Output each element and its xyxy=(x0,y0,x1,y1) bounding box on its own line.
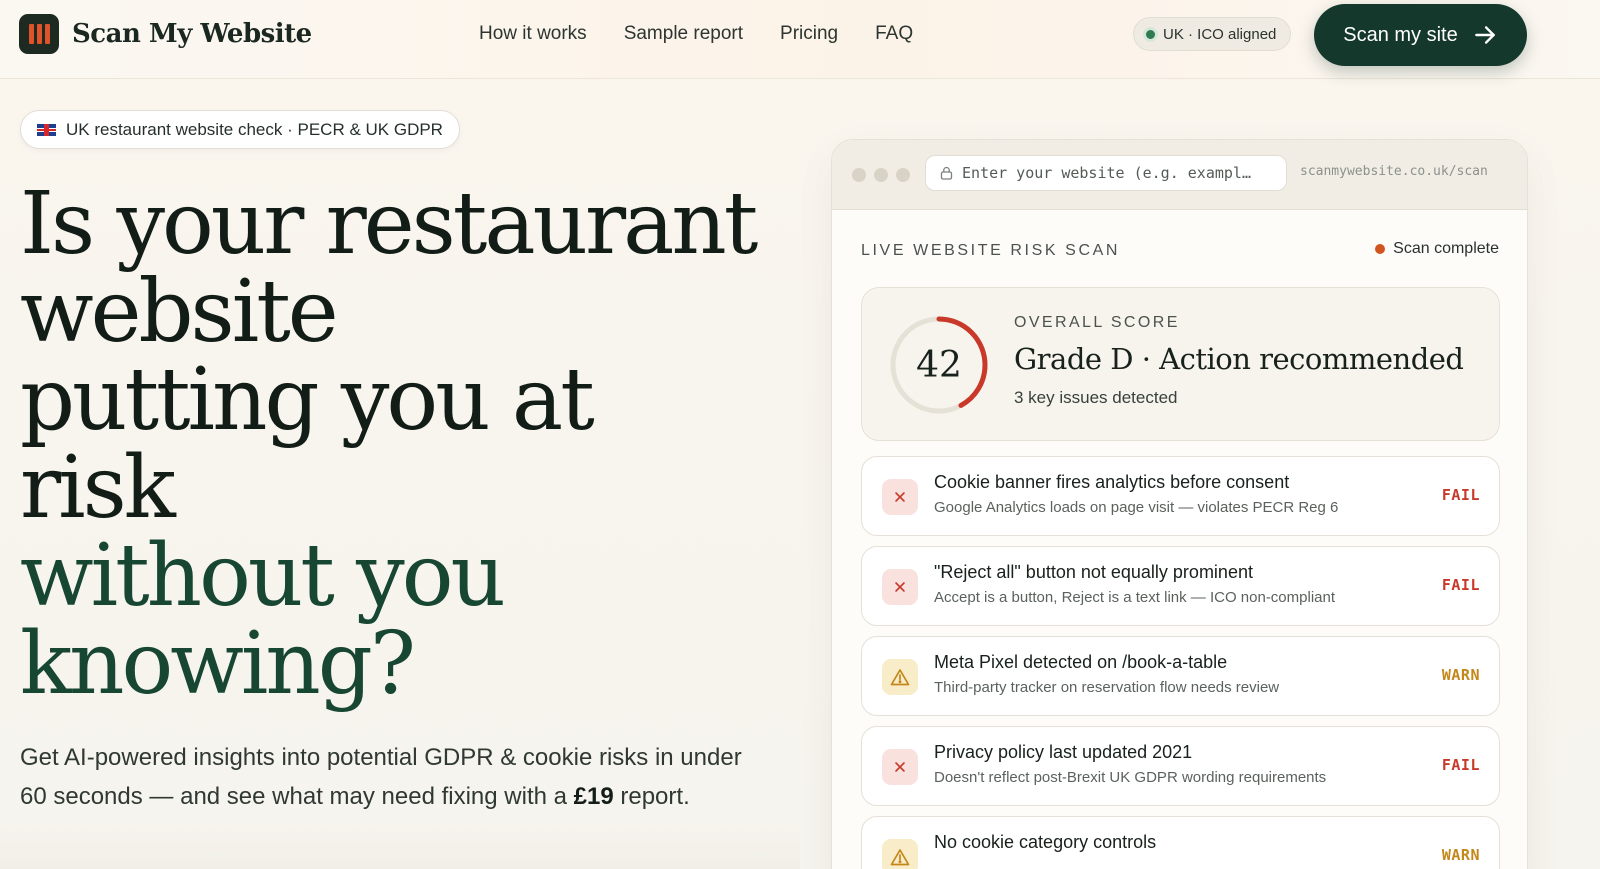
region-pill: UK restaurant website check · PECR & UK … xyxy=(20,110,460,149)
issue-description: Accept is a button, Reject is a text lin… xyxy=(934,589,1336,606)
issue-row[interactable]: No cookie category controls WARN xyxy=(861,816,1500,869)
nav-faq[interactable]: FAQ xyxy=(875,23,913,45)
issue-status-tag: WARN xyxy=(1441,666,1480,684)
subtitle-end: report. xyxy=(613,783,690,810)
ico-badge-label: UK · ICO aligned xyxy=(1163,25,1277,43)
headline-accent-line: knowing? xyxy=(20,614,416,714)
nav-sample-report[interactable]: Sample report xyxy=(624,23,743,45)
headline-line: Is your restaurant xyxy=(20,174,758,274)
headline-line: putting you at xyxy=(20,350,595,450)
issue-title: "Reject all" button not equally prominen… xyxy=(934,562,1253,582)
brand-logo[interactable]: Scan My Website xyxy=(19,14,312,54)
main-nav: How it works Sample report Pricing FAQ xyxy=(479,23,913,45)
issue-title: Cookie banner fires analytics before con… xyxy=(934,472,1290,492)
ico-aligned-badge: UK · ICO aligned xyxy=(1133,17,1292,51)
overall-score-card: 42 OVERALL SCORE Grade D · Action recomm… xyxy=(861,287,1500,441)
url-placeholder: Enter your website (e.g. exampl… xyxy=(962,164,1251,182)
scan-status: Scan complete xyxy=(1375,240,1499,258)
scan-my-site-button[interactable]: Scan my site xyxy=(1314,4,1527,66)
headline-accent-line: without you xyxy=(20,526,506,626)
fail-x-icon xyxy=(882,479,918,515)
headline-line: website xyxy=(20,262,339,362)
lock-icon xyxy=(940,166,953,180)
nav-how-it-works[interactable]: How it works xyxy=(479,23,587,45)
issue-status-tag: FAIL xyxy=(1441,576,1480,594)
scan-status-label: Scan complete xyxy=(1393,240,1499,257)
scan-heading: LIVE WEBSITE RISK SCAN xyxy=(861,242,1121,259)
bottom-fade xyxy=(0,820,800,869)
scan-panel: Enter your website (e.g. exampl… scanmyw… xyxy=(831,139,1528,869)
hero-headline: Is your restaurant website putting you a… xyxy=(20,180,800,708)
pill-label: UK restaurant website check · PECR & UK … xyxy=(66,119,443,139)
window-dot-icon xyxy=(874,167,888,182)
headline-line: risk xyxy=(20,438,176,538)
uk-flag-icon xyxy=(37,123,56,136)
website-url-input[interactable]: Enter your website (e.g. exampl… xyxy=(925,155,1287,191)
nav-pricing[interactable]: Pricing xyxy=(780,23,838,45)
score-grade: Grade D · Action recommended xyxy=(1014,342,1464,376)
warning-triangle-icon xyxy=(882,839,918,869)
scan-url-text: scanmywebsite.co.uk/scan xyxy=(1300,164,1488,179)
window-dot-icon xyxy=(896,167,910,182)
status-dot-icon xyxy=(1146,29,1155,39)
issue-title: Meta Pixel detected on /book-a-table xyxy=(934,652,1228,672)
fail-x-icon xyxy=(882,569,918,605)
issue-row[interactable]: "Reject all" button not equally prominen… xyxy=(861,546,1500,626)
report-price: £19 xyxy=(573,783,614,810)
window-dot-icon xyxy=(852,167,866,182)
status-dot-icon xyxy=(1375,244,1386,254)
arrow-right-icon xyxy=(1474,26,1495,44)
cta-label: Scan my site xyxy=(1343,23,1458,46)
issue-description: Google Analytics loads on page visit — v… xyxy=(934,499,1339,516)
site-header: Scan My Website How it works Sample repo… xyxy=(0,0,1600,79)
issue-row[interactable]: Meta Pixel detected on /book-a-table Thir… xyxy=(861,636,1500,716)
issue-status-tag: FAIL xyxy=(1441,756,1480,774)
warning-triangle-icon xyxy=(882,659,918,695)
issue-row[interactable]: Privacy policy last updated 2021 Doesn't … xyxy=(861,726,1500,806)
fail-x-icon xyxy=(882,749,918,785)
hero-subtitle: Get AI-powered insights into potential G… xyxy=(20,738,760,816)
logo-mark-icon xyxy=(19,14,59,54)
issue-title: Privacy policy last updated 2021 xyxy=(934,742,1193,762)
issue-description: Third-party tracker on reservation flow … xyxy=(934,679,1280,696)
score-summary: 3 key issues detected xyxy=(1014,388,1178,407)
score-label: OVERALL SCORE xyxy=(1014,314,1180,331)
issue-row[interactable]: Cookie banner fires analytics before con… xyxy=(861,456,1500,536)
issue-description: Doesn't reflect post-Brexit UK GDPR word… xyxy=(934,769,1327,786)
issue-status-tag: FAIL xyxy=(1441,486,1480,504)
brand-name: Scan My Website xyxy=(72,19,312,49)
window-dots xyxy=(852,167,910,182)
browser-chrome: Enter your website (e.g. exampl… scanmyw… xyxy=(832,140,1527,210)
issue-status-tag: WARN xyxy=(1441,846,1480,864)
score-value: 42 xyxy=(916,344,962,386)
issue-title: No cookie category controls xyxy=(934,832,1157,852)
